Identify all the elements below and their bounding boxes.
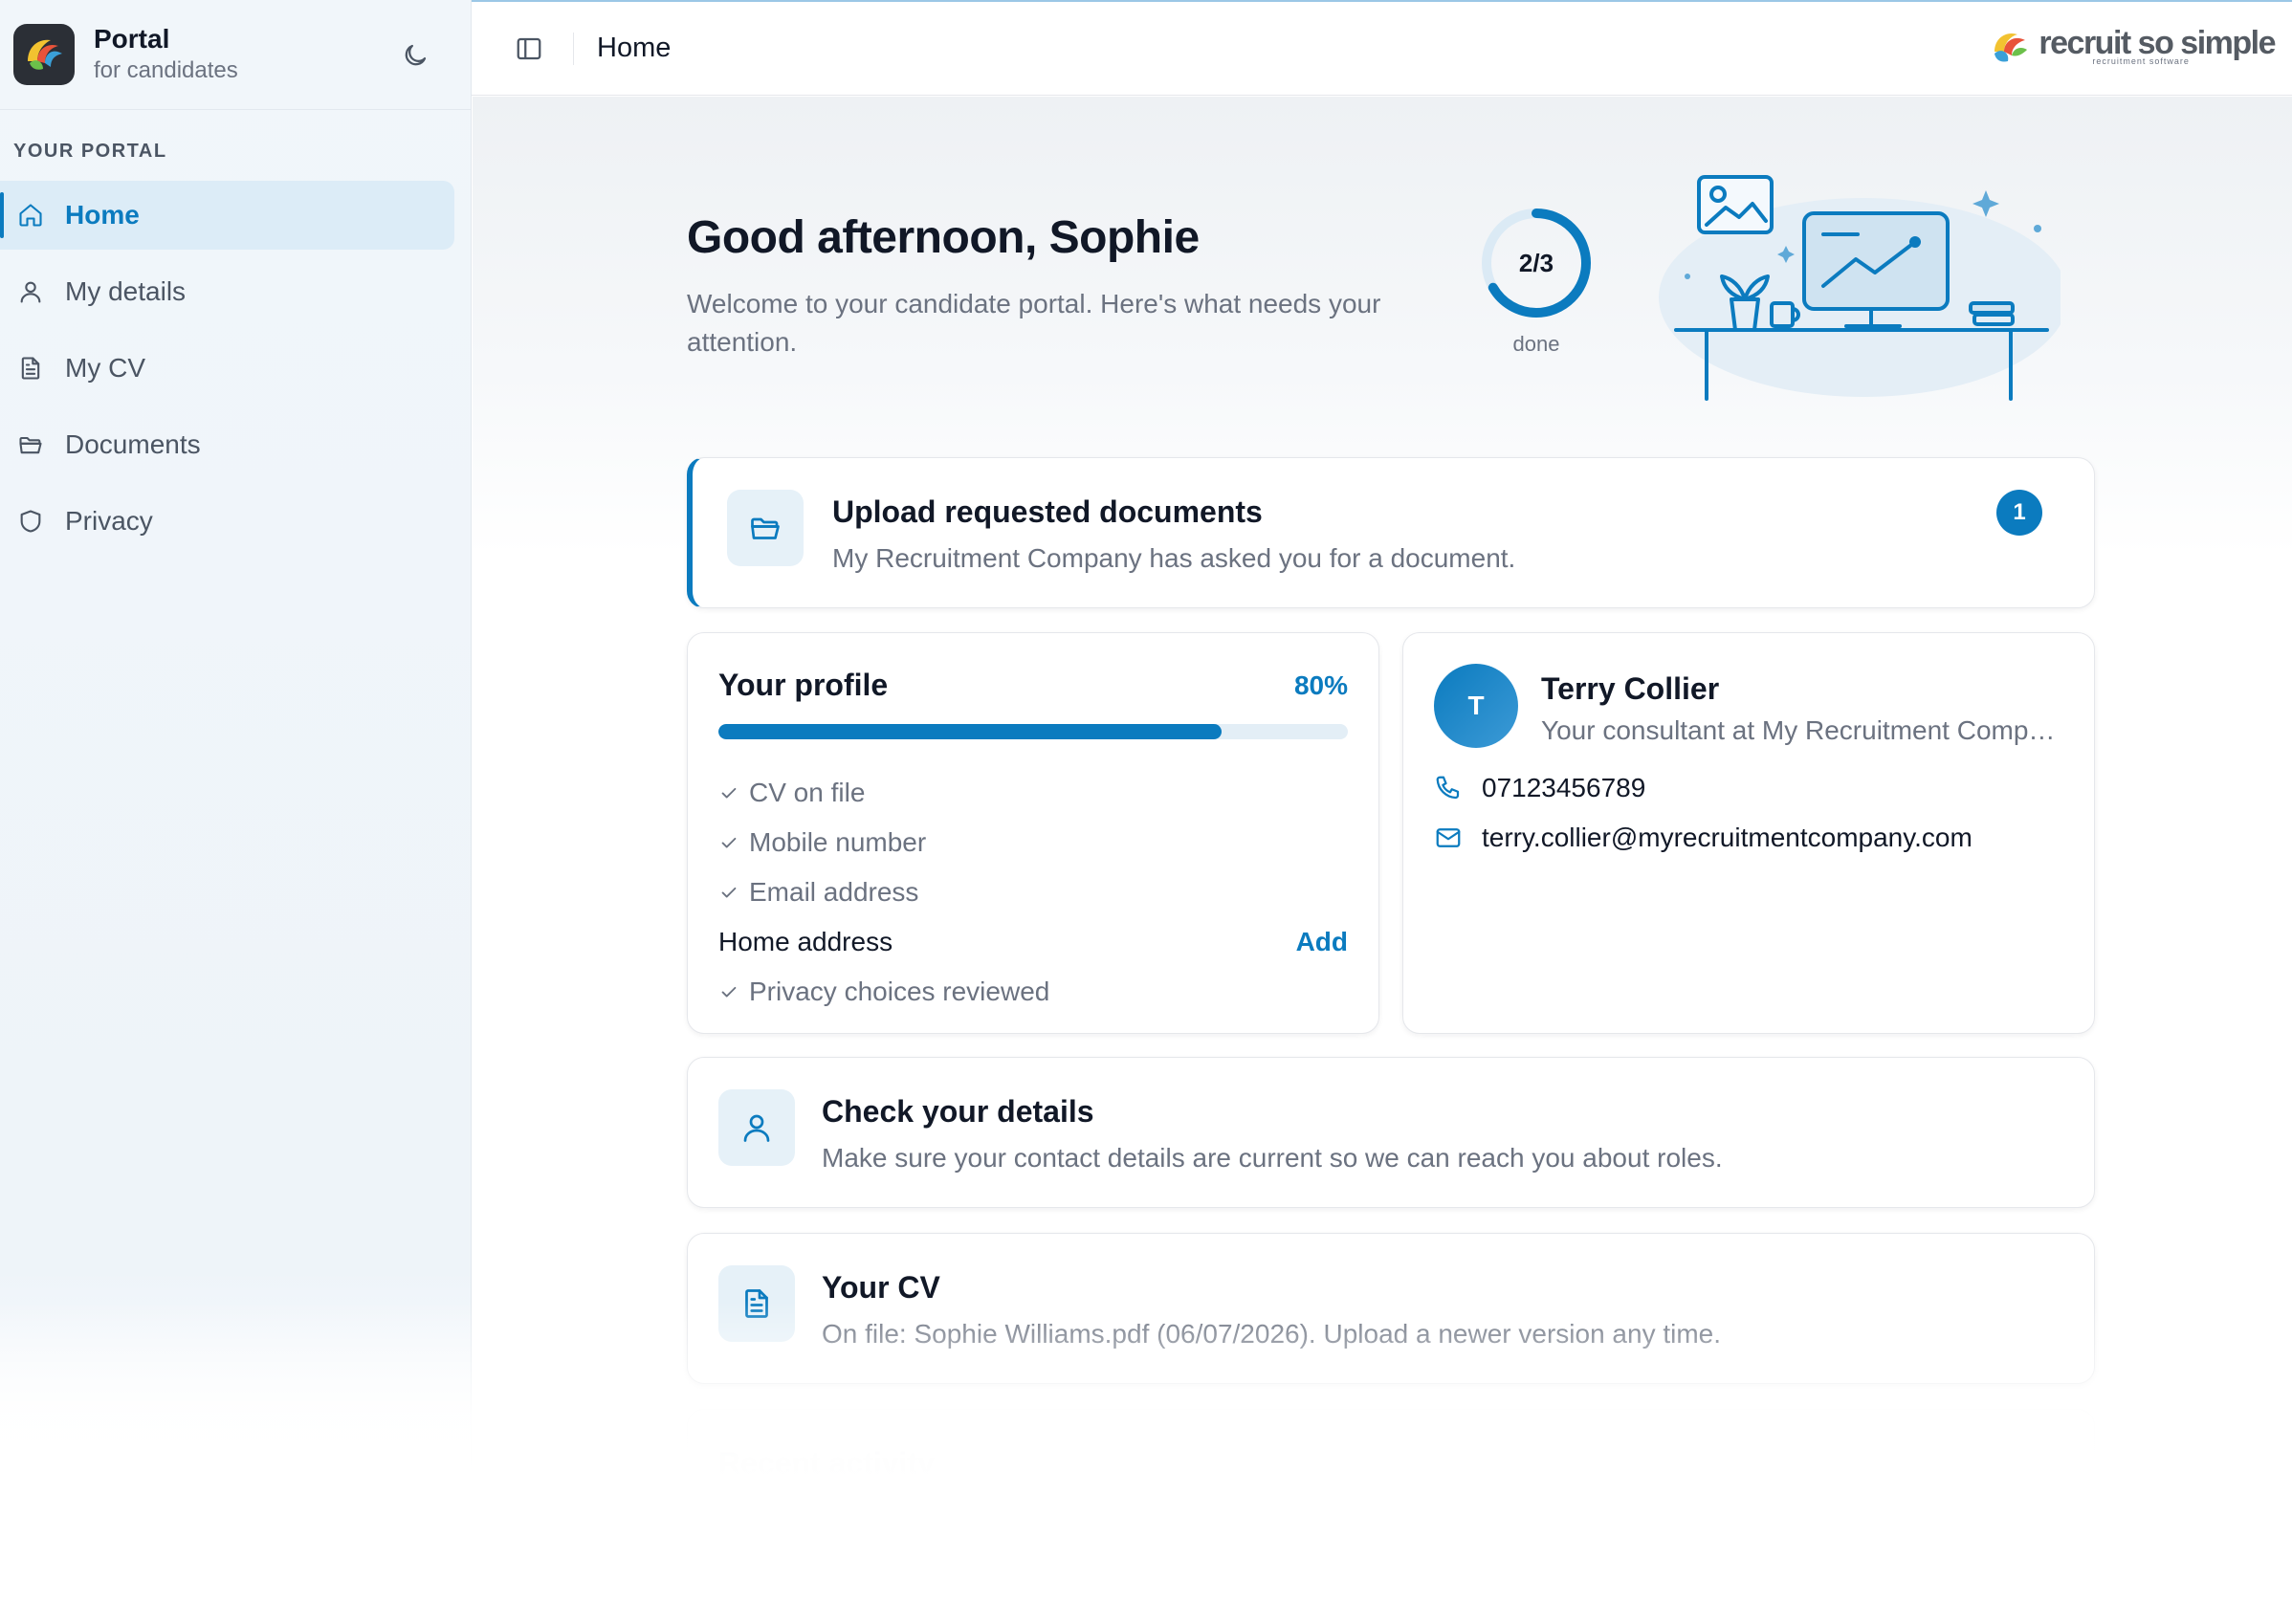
folder-icon [17, 430, 46, 459]
consultant-phone-link[interactable]: 07123456789 [1434, 773, 1645, 803]
checklist-item-label: Email address [749, 877, 919, 907]
profile-card-title: Your profile [718, 668, 889, 702]
desk-illustration [1659, 171, 2068, 401]
checklist-item-label: Mobile number [749, 827, 927, 857]
rss-swirl-icon [1994, 33, 2028, 62]
recent-activity-card: Recent activity 10/08/2026 [687, 1409, 2095, 1543]
task-progress-ring: 2/3 done [1479, 206, 1594, 357]
profile-progress-fill [718, 724, 1223, 739]
sidebar-toggle-button[interactable] [506, 26, 552, 72]
check-icon [718, 832, 739, 853]
brand-header: Portal for candidates [0, 0, 471, 110]
checklist-item: Email address [718, 867, 1348, 917]
progress-caption: done [1512, 332, 1560, 356]
profile-progress-bar [718, 724, 1348, 739]
phone-icon [1434, 774, 1466, 802]
user-icon [718, 1089, 795, 1166]
your-cv-card[interactable]: Your CV On file: Sophie Williams.pdf (06… [687, 1233, 2095, 1384]
home-icon [17, 201, 46, 230]
profile-checklist: CV on file Mobile number Email address H… [718, 768, 1348, 1017]
sidebar-item-my-cv[interactable]: My CV [0, 334, 454, 403]
details-card-description: Make sure your contact details are curre… [822, 1143, 1723, 1173]
activity-card-title: Recent activity [718, 1446, 935, 1481]
portal-logo[interactable] [13, 24, 75, 85]
profile-percent: 80% [1293, 669, 1348, 700]
hero: Good afternoon, Sophie Welcome to your c… [687, 211, 1380, 362]
cv-card-title: Your CV [822, 1270, 940, 1305]
sidebar-item-label: Privacy [65, 506, 153, 536]
check-icon [718, 882, 739, 903]
upload-card-description: My Recruitment Company has asked you for… [832, 543, 1516, 573]
sidebar-item-my-details[interactable]: My details [0, 257, 454, 326]
sidebar: Portal for candidates YOUR PORTAL Home M… [0, 0, 472, 1624]
breadcrumb: Home [597, 33, 672, 63]
recruit-so-simple-logo: recruit so simple recruitment software [1987, 23, 2276, 69]
brand-subtitle: for candidates [94, 57, 238, 83]
document-icon [718, 1265, 795, 1342]
consultant-email: terry.collier@myrecruitmentcompany.com [1482, 823, 1972, 852]
consultant-card: T Terry Collier Your consultant at My Re… [1402, 632, 2095, 1034]
checklist-item: Mobile number [718, 818, 1348, 867]
sidebar-item-label: Documents [65, 429, 201, 459]
topbar: Home recruit so simple recruitment softw… [472, 0, 2292, 96]
page-title: Good afternoon, Sophie [687, 212, 1200, 263]
welcome-text: Welcome to your candidate portal. Here's… [687, 289, 1381, 357]
profile-completion-card: Your profile 80% CV on file Mobile numbe… [687, 632, 1379, 1034]
checklist-item-label: Privacy choices reviewed [749, 977, 1050, 1006]
folder-icon [727, 490, 804, 566]
checklist-item-label: Home address [718, 927, 893, 956]
consultant-name: Terry Collier [1541, 671, 1720, 706]
upload-documents-card[interactable]: Upload requested documents My Recruitmen… [687, 457, 2095, 608]
sidebar-item-privacy[interactable]: Privacy [0, 487, 454, 556]
checklist-item: Privacy choices reviewed [718, 967, 1348, 1017]
mail-icon [1434, 823, 1466, 852]
details-card-title: Check your details [822, 1094, 1094, 1129]
main-content: Good afternoon, Sophie Welcome to your c… [473, 97, 2292, 1624]
sidebar-item-label: My details [65, 276, 187, 306]
checklist-item: CV on file [718, 768, 1348, 818]
user-icon [17, 277, 46, 306]
avatar: T [1434, 664, 1518, 748]
check-icon [718, 782, 739, 803]
sidebar-nav: Home My details My CV Documents Privacy [0, 181, 471, 556]
sidebar-panel-icon [517, 37, 541, 59]
sidebar-item-home[interactable]: Home [0, 181, 454, 250]
sidebar-item-label: My CV [65, 353, 145, 383]
brand-title: Portal [94, 24, 170, 54]
theme-toggle-button[interactable] [396, 36, 434, 75]
consultant-role: Your consultant at My Recruitment Compan… [1541, 715, 2058, 745]
cv-card-description: On file: Sophie Williams.pdf (06/07/2026… [822, 1319, 1722, 1349]
sidebar-item-label: Home [65, 200, 140, 230]
pending-count-badge: 1 [1996, 490, 2042, 536]
progress-count: 2/3 [1518, 248, 1554, 277]
topbar-divider [573, 32, 574, 65]
document-icon [17, 354, 46, 383]
shield-icon [17, 507, 46, 536]
activity-date: 10/08/2026 [1957, 1509, 2063, 1533]
logo-wordmark: recruit so simple [2039, 24, 2276, 61]
add-home-address-link[interactable]: Add [1296, 927, 1348, 957]
checklist-item: Home address Add [718, 917, 1348, 967]
check-icon [718, 981, 739, 1002]
consultant-email-link[interactable]: terry.collier@myrecruitmentcompany.com [1434, 823, 1972, 853]
moon-icon [405, 44, 427, 66]
checklist-item-label: CV on file [749, 778, 866, 807]
check-details-card[interactable]: Check your details Make sure your contac… [687, 1057, 2095, 1208]
consultant-phone: 07123456789 [1482, 773, 1646, 802]
upload-card-title: Upload requested documents [832, 494, 1263, 529]
sidebar-item-documents[interactable]: Documents [0, 410, 454, 479]
nav-section-label: YOUR PORTAL [13, 141, 167, 162]
